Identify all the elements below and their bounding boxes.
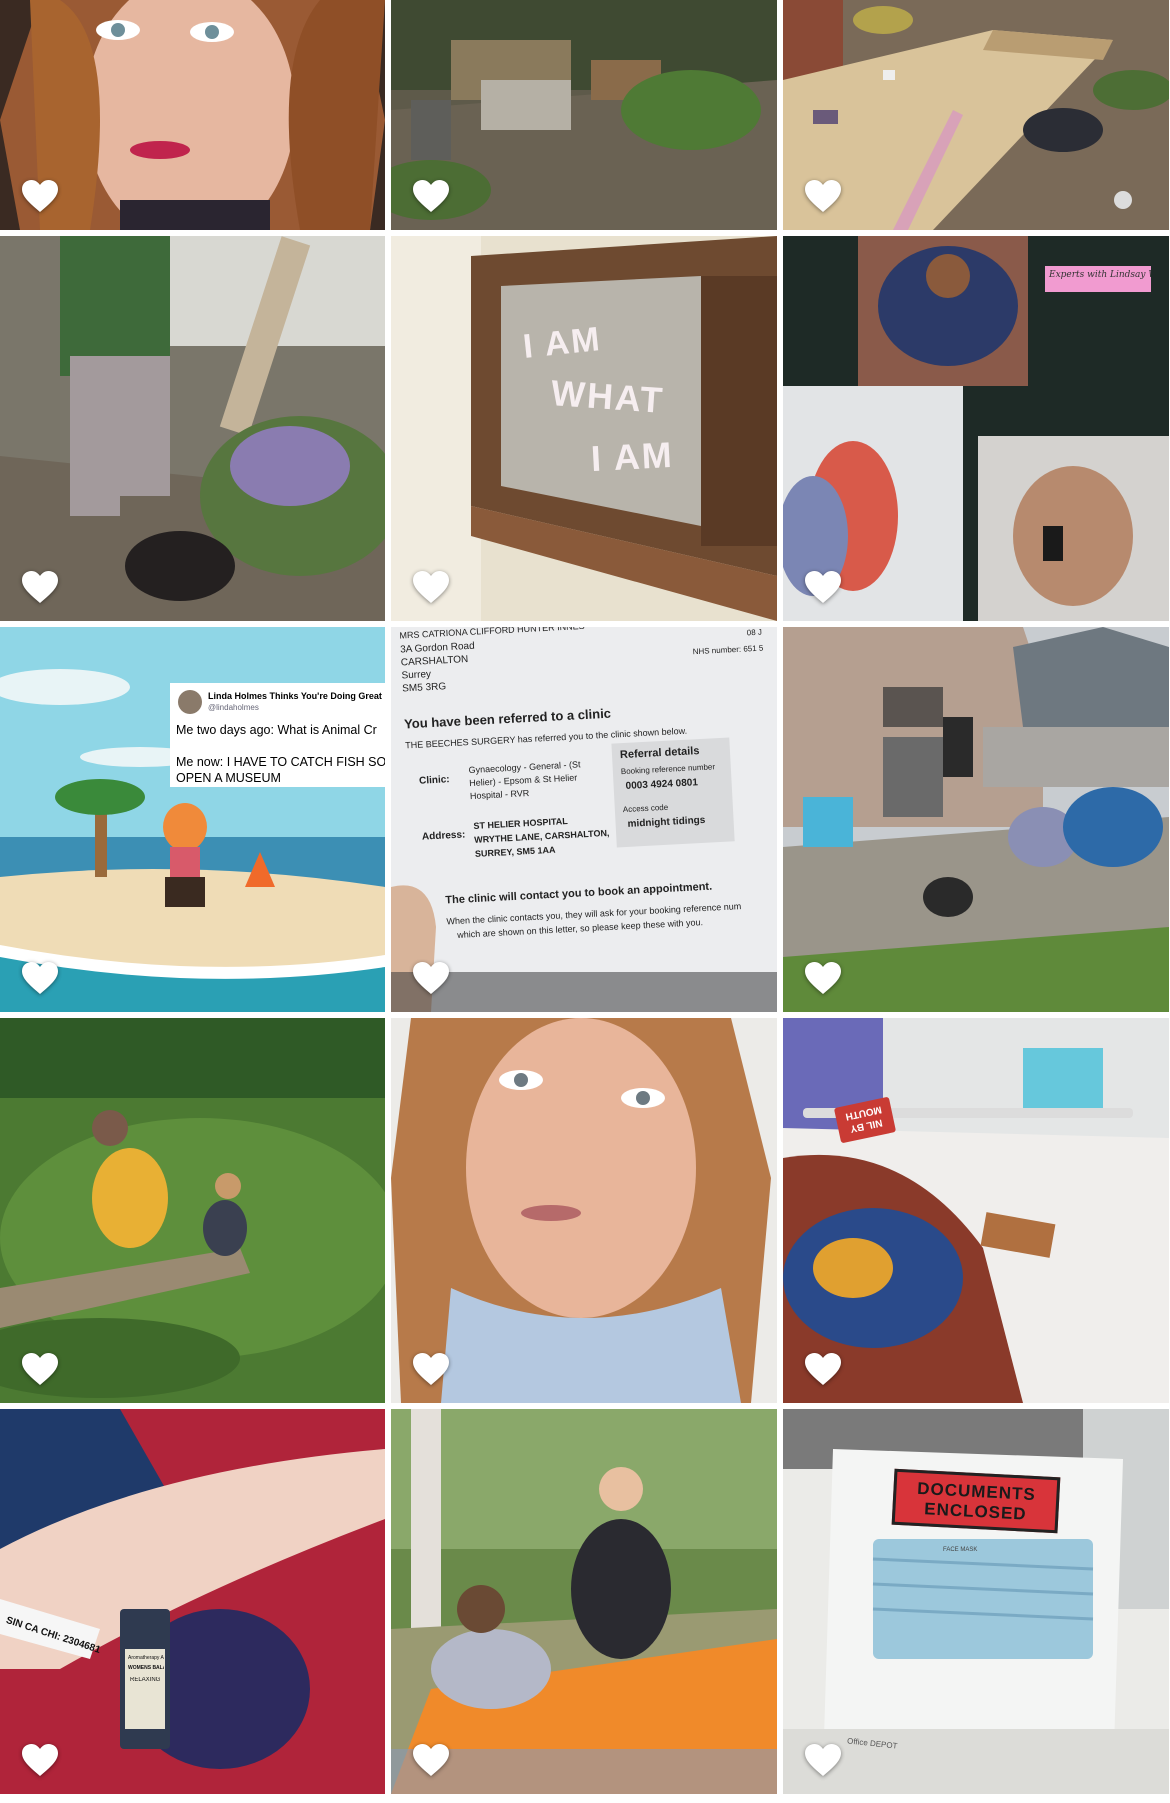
photo-tile[interactable]: Linda Holmes Thinks You're Doing Great @… <box>0 627 385 1012</box>
photo-tile[interactable] <box>783 627 1169 1012</box>
thumb <box>391 885 777 1012</box>
tweet-line: Me now: I HAVE TO CATCH FISH SO <box>176 755 385 769</box>
heart-icon[interactable] <box>803 1742 843 1778</box>
letter-photo: MRS CATRIONA CLIFFORD HUNTER INNES 3A Go… <box>391 627 777 1012</box>
photo-tile[interactable]: SIN CA CHI: 2304681 Aromatherapy Associa… <box>0 1409 385 1794</box>
photo-tile[interactable] <box>391 0 777 230</box>
heart-icon[interactable] <box>411 1351 451 1387</box>
tweet-handle: @lindaholmes <box>208 703 259 712</box>
heart-icon[interactable] <box>411 178 451 214</box>
documents-enclosed-label: DOCUMENTS ENCLOSED <box>891 1468 1061 1534</box>
tweet-card: Linda Holmes Thinks You're Doing Great @… <box>170 683 385 787</box>
heart-icon[interactable] <box>20 960 60 996</box>
heart-icon[interactable] <box>803 569 843 605</box>
mask-label: FACE MASK <box>943 1547 978 1553</box>
photo-image <box>0 1409 385 1794</box>
tweet-line: OPEN A MUSEUM <box>176 771 281 785</box>
photo-image <box>783 236 1169 621</box>
tweet-line: Me two days ago: What is Animal Cr <box>176 723 377 737</box>
photo-tile[interactable] <box>783 0 1169 230</box>
photo-image <box>783 1018 1169 1403</box>
heart-icon[interactable] <box>411 960 451 996</box>
photo-image <box>783 1409 1169 1794</box>
photo-image <box>391 1409 777 1794</box>
avatar <box>178 690 202 714</box>
photo-tile[interactable]: DOCUMENTS ENCLOSED FACE MASK Office DEPO… <box>783 1409 1169 1794</box>
photo-tile[interactable]: NIL BY MOUTH <box>783 1018 1169 1403</box>
bottle-label: WOMENS BALANCE <box>128 1665 164 1671</box>
photo-image <box>783 627 1169 1012</box>
photo-tile[interactable] <box>0 1018 385 1403</box>
heart-icon[interactable] <box>20 1351 60 1387</box>
photo-grid: I AM WHAT I AM Experts with Lindsay W Li… <box>0 0 1170 1794</box>
graffiti-line-2: WHAT <box>549 372 666 421</box>
bottle-label: RELAXING <box>130 1677 161 1683</box>
photo-tile[interactable] <box>0 236 385 621</box>
sticky-note: Experts with Lindsay W <box>1045 266 1151 292</box>
photo-tile[interactable]: Experts with Lindsay W <box>783 236 1169 621</box>
photo-tile[interactable]: MRS CATRIONA CLIFFORD HUNTER INNES 3A Go… <box>391 627 777 1012</box>
heart-icon[interactable] <box>20 569 60 605</box>
photo-tile[interactable]: I AM WHAT I AM <box>391 236 777 621</box>
photo-tile[interactable] <box>0 0 385 230</box>
sign-text: NIL BY MOUTH <box>844 1103 884 1135</box>
heart-icon[interactable] <box>411 569 451 605</box>
heart-icon[interactable] <box>411 1742 451 1778</box>
bottle-label: Aromatherapy Associates <box>128 1655 164 1661</box>
photo-image <box>0 1018 385 1403</box>
photo-image <box>0 236 385 621</box>
tweet-author: Linda Holmes Thinks You're Doing Great <box>208 691 382 701</box>
graffiti-line-3: I AM <box>589 433 675 480</box>
heart-icon[interactable] <box>803 960 843 996</box>
heart-icon[interactable] <box>803 1351 843 1387</box>
photo-tile[interactable] <box>391 1018 777 1403</box>
photo-image <box>391 236 777 621</box>
heart-icon[interactable] <box>803 178 843 214</box>
heart-icon[interactable] <box>20 1742 60 1778</box>
photo-image <box>391 1018 777 1403</box>
heart-icon[interactable] <box>20 178 60 214</box>
graffiti-line-1: I AM <box>521 320 604 367</box>
photo-tile[interactable] <box>391 1409 777 1794</box>
